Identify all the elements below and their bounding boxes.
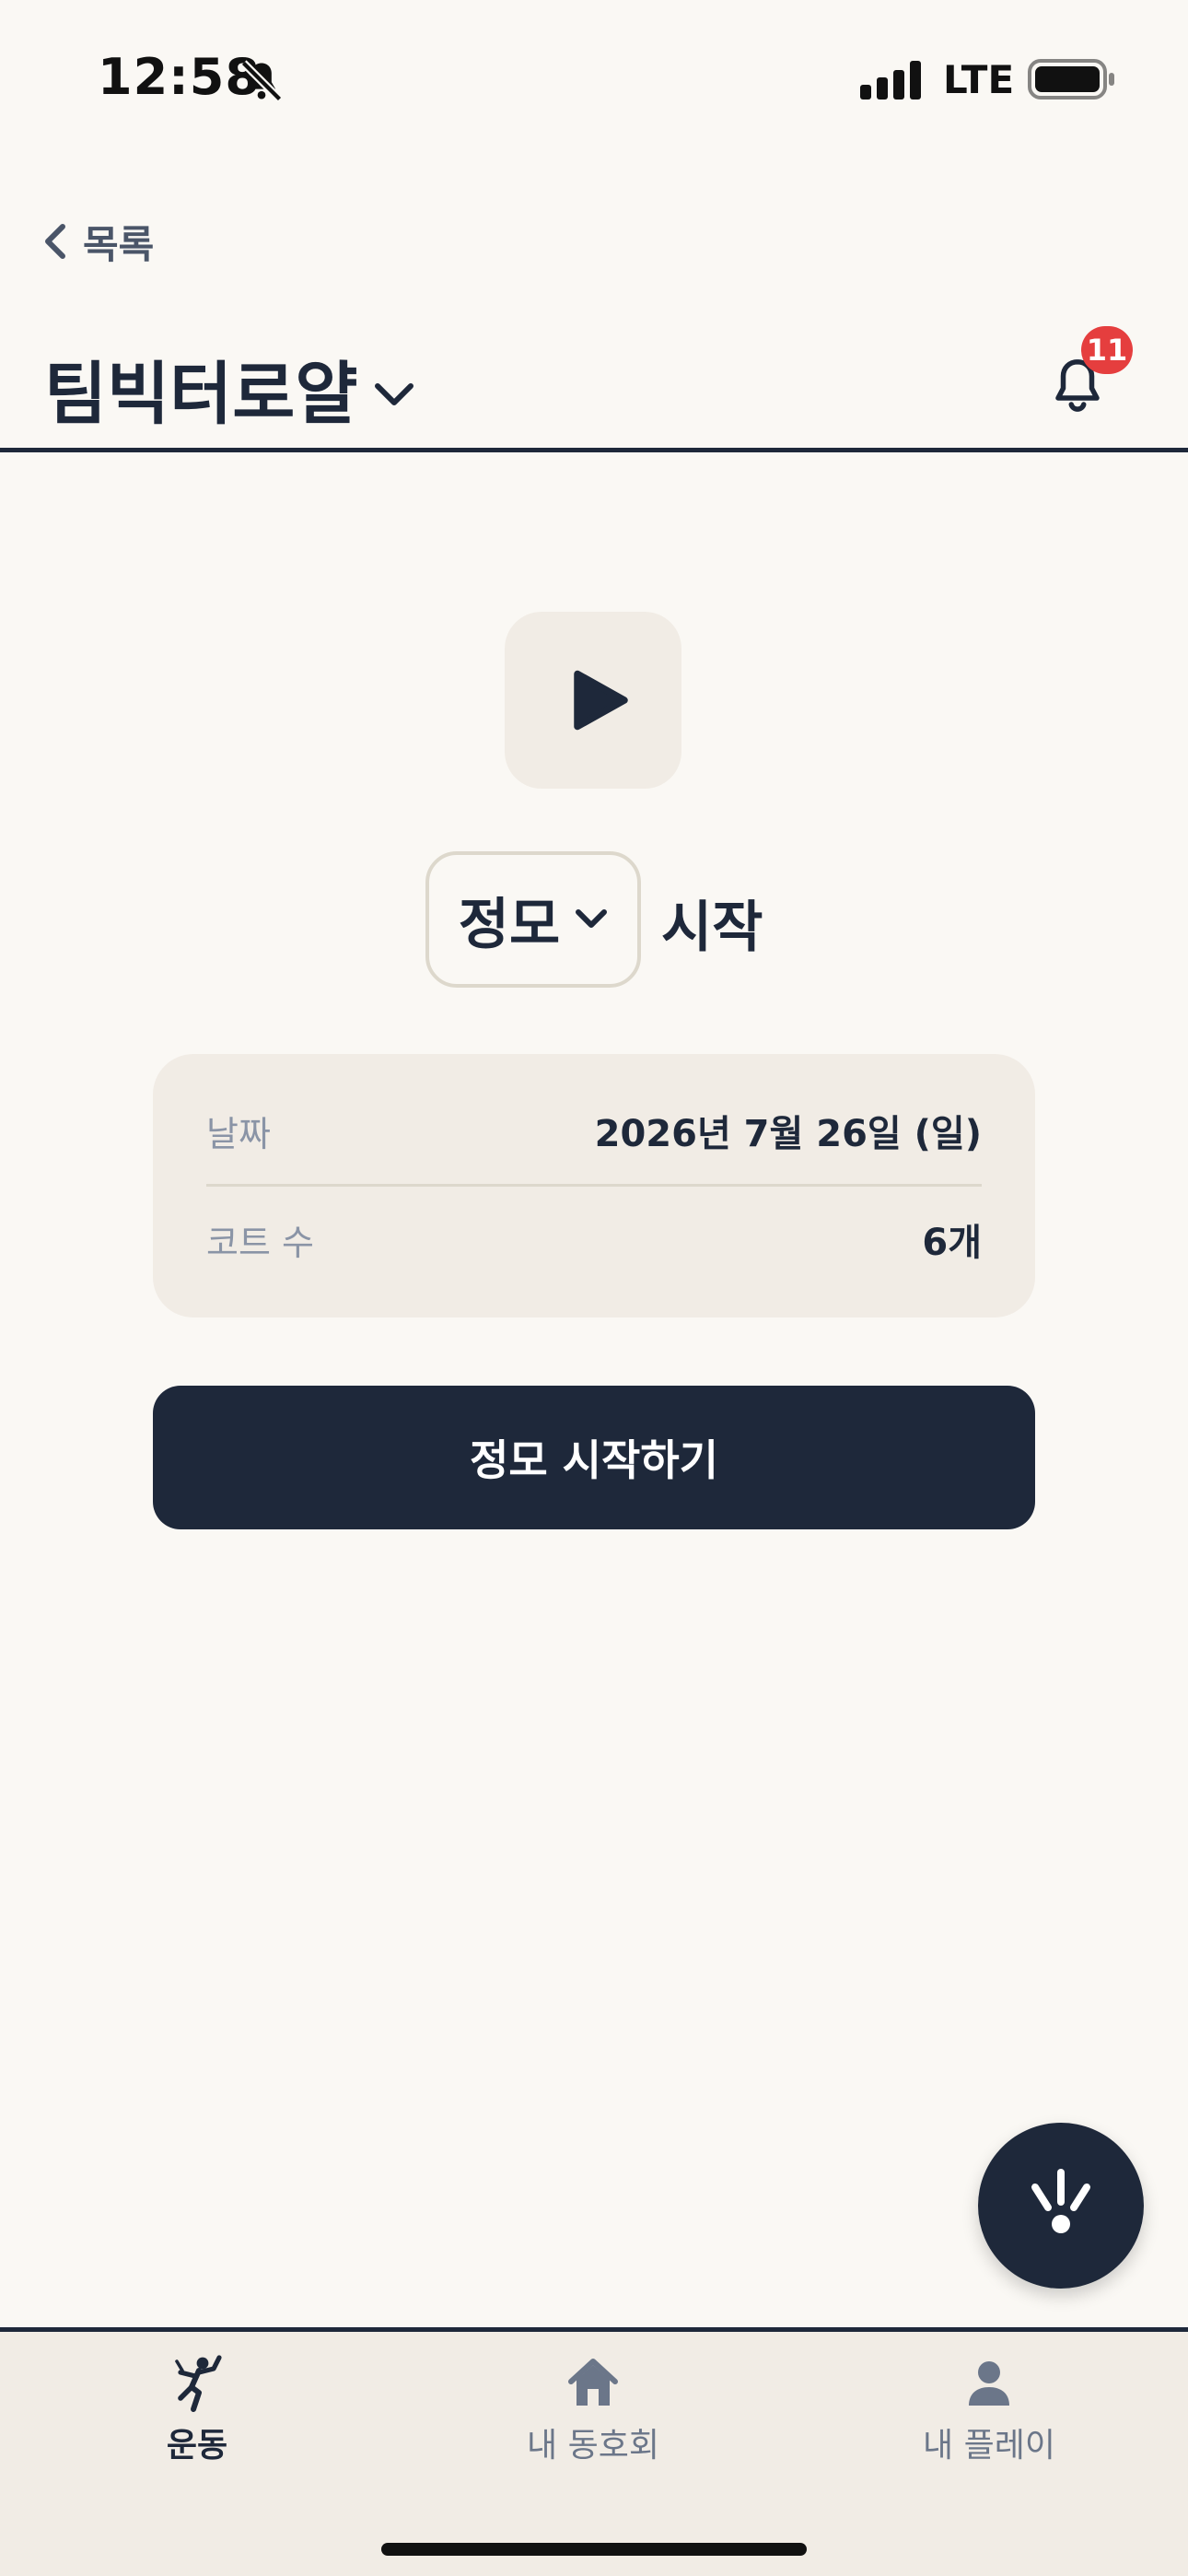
tab-my-play[interactable]: 내 플레이	[851, 2354, 1127, 2466]
courts-value: 6개	[922, 1222, 982, 1264]
home-indicator	[381, 2543, 807, 2556]
info-divider	[206, 1184, 982, 1187]
network-type: LTE	[943, 57, 1015, 102]
date-label: 날짜	[206, 1113, 271, 1154]
floating-action-button[interactable]	[978, 2123, 1144, 2289]
courts-row: 코트 수 6개	[206, 1214, 982, 1264]
chevron-down-icon	[576, 909, 608, 928]
spark-alert-icon	[1031, 2169, 1090, 2233]
play-tile	[505, 612, 681, 789]
session-mode-value: 정모	[458, 892, 561, 957]
club-selector[interactable]: 팀빅터로얄	[44, 339, 414, 438]
tab-exercise[interactable]: 운동	[59, 2354, 335, 2466]
person-icon	[969, 2361, 1009, 2406]
header-divider	[0, 448, 1188, 452]
bell-slash-icon	[240, 60, 283, 102]
tab-bar: 운동 내 동호회 내 플레이	[0, 2332, 1188, 2576]
club-name: 팀빅터로얄	[44, 355, 358, 434]
tab-my-club[interactable]: 내 동호회	[455, 2354, 731, 2466]
date-row: 날짜 2026년 7월 26일 (일)	[206, 1106, 982, 1155]
chevron-left-icon	[45, 224, 65, 259]
status-time: 12:58	[98, 48, 261, 106]
start-session-button[interactable]: 정모 시작하기	[153, 1386, 1035, 1529]
chevron-down-icon	[375, 382, 414, 405]
tab-exercise-label: 운동	[166, 2427, 228, 2465]
notification-badge: 11	[1081, 326, 1133, 374]
house-icon	[568, 2359, 618, 2406]
play-icon	[574, 670, 628, 731]
session-mode-select[interactable]: 정모	[425, 851, 641, 988]
signal-bars-icon	[860, 61, 921, 100]
back-button[interactable]: 목록	[41, 214, 154, 269]
session-info-card: 날짜 2026년 7월 26일 (일) 코트 수 6개	[153, 1054, 1035, 1317]
session-mode-suffix: 시작	[661, 896, 763, 960]
courts-label: 코트 수	[206, 1222, 314, 1263]
date-value: 2026년 7월 26일 (일)	[594, 1113, 982, 1155]
tab-my-play-label: 내 플레이	[923, 2427, 1055, 2465]
badminton-player-icon	[175, 2355, 222, 2412]
battery-icon	[1028, 59, 1114, 100]
back-label: 목록	[83, 221, 155, 267]
tab-my-club-label: 내 동호회	[527, 2427, 659, 2465]
